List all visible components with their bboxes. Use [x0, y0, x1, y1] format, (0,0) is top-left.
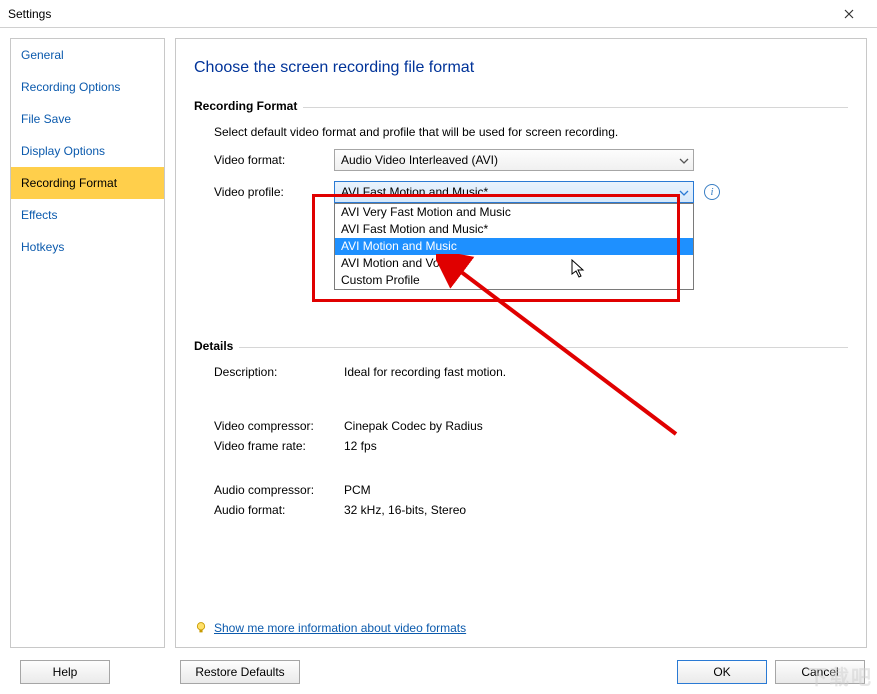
dropdown-item[interactable]: Custom Profile — [335, 272, 693, 289]
close-button[interactable] — [829, 0, 869, 28]
label-description: Description: — [214, 365, 344, 379]
value-video-compressor: Cinepak Codec by Radius — [344, 419, 483, 433]
settings-sidebar: General Recording Options File Save Disp… — [10, 38, 165, 648]
value-description: Ideal for recording fast motion. — [344, 365, 506, 379]
label-audio-format: Audio format: — [214, 503, 344, 517]
select-video-format[interactable]: Audio Video Interleaved (AVI) — [334, 149, 694, 171]
info-icon[interactable]: i — [704, 184, 720, 200]
dropdown-item[interactable]: AVI Very Fast Motion and Music — [335, 204, 693, 221]
select-video-profile-value: AVI Fast Motion and Music* — [341, 185, 488, 199]
sidebar-item-file-save[interactable]: File Save — [11, 103, 164, 135]
ok-button[interactable]: OK — [677, 660, 767, 684]
label-video-frame-rate: Video frame rate: — [214, 439, 344, 453]
restore-defaults-button[interactable]: Restore Defaults — [180, 660, 300, 684]
chevron-down-icon — [679, 155, 689, 165]
label-video-format: Video format: — [214, 153, 334, 167]
dropdown-item[interactable]: AVI Fast Motion and Music* — [335, 221, 693, 238]
settings-content: Choose the screen recording file format … — [175, 38, 867, 648]
sidebar-item-recording-options[interactable]: Recording Options — [11, 71, 164, 103]
close-icon — [844, 9, 854, 19]
dialog-body: General Recording Options File Save Disp… — [0, 28, 877, 648]
select-video-profile[interactable]: AVI Fast Motion and Music* — [334, 181, 694, 203]
group-legend-recording: Recording Format — [194, 99, 303, 113]
group-legend-details: Details — [194, 339, 239, 353]
dropdown-item[interactable]: AVI Motion and Music — [335, 238, 693, 255]
value-audio-format: 32 kHz, 16-bits, Stereo — [344, 503, 466, 517]
group-recording-format: Recording Format Select default video fo… — [194, 99, 848, 299]
cancel-button[interactable]: Cancel — [775, 660, 865, 684]
group-details: Details Description: Ideal for recording… — [194, 339, 848, 517]
recording-description: Select default video format and profile … — [214, 125, 848, 139]
more-info-link[interactable]: Show me more information about video for… — [214, 621, 466, 635]
more-info-link-row: Show me more information about video for… — [194, 621, 466, 635]
sidebar-item-display-options[interactable]: Display Options — [11, 135, 164, 167]
dropdown-item[interactable]: AVI Motion and Voice — [335, 255, 693, 272]
sidebar-item-effects[interactable]: Effects — [11, 199, 164, 231]
select-video-format-value: Audio Video Interleaved (AVI) — [341, 153, 498, 167]
label-video-profile: Video profile: — [214, 185, 334, 199]
dialog-footer: Help Restore Defaults OK Cancel — [0, 650, 877, 694]
window-title: Settings — [8, 7, 829, 21]
sidebar-item-hotkeys[interactable]: Hotkeys — [11, 231, 164, 263]
help-button[interactable]: Help — [20, 660, 110, 684]
sidebar-item-general[interactable]: General — [11, 39, 164, 71]
titlebar: Settings — [0, 0, 877, 28]
chevron-down-icon — [679, 187, 689, 197]
value-video-frame-rate: 12 fps — [344, 439, 377, 453]
row-video-format: Video format: Audio Video Interleaved (A… — [214, 149, 848, 171]
sidebar-item-recording-format[interactable]: Recording Format — [11, 167, 164, 199]
dropdown-video-profile[interactable]: AVI Very Fast Motion and Music AVI Fast … — [334, 203, 694, 290]
label-video-compressor: Video compressor: — [214, 419, 344, 433]
label-audio-compressor: Audio compressor: — [214, 483, 344, 497]
value-audio-compressor: PCM — [344, 483, 371, 497]
page-heading: Choose the screen recording file format — [194, 59, 848, 77]
row-video-profile: Video profile: AVI Fast Motion and Music… — [214, 181, 848, 203]
lightbulb-icon — [194, 621, 208, 635]
